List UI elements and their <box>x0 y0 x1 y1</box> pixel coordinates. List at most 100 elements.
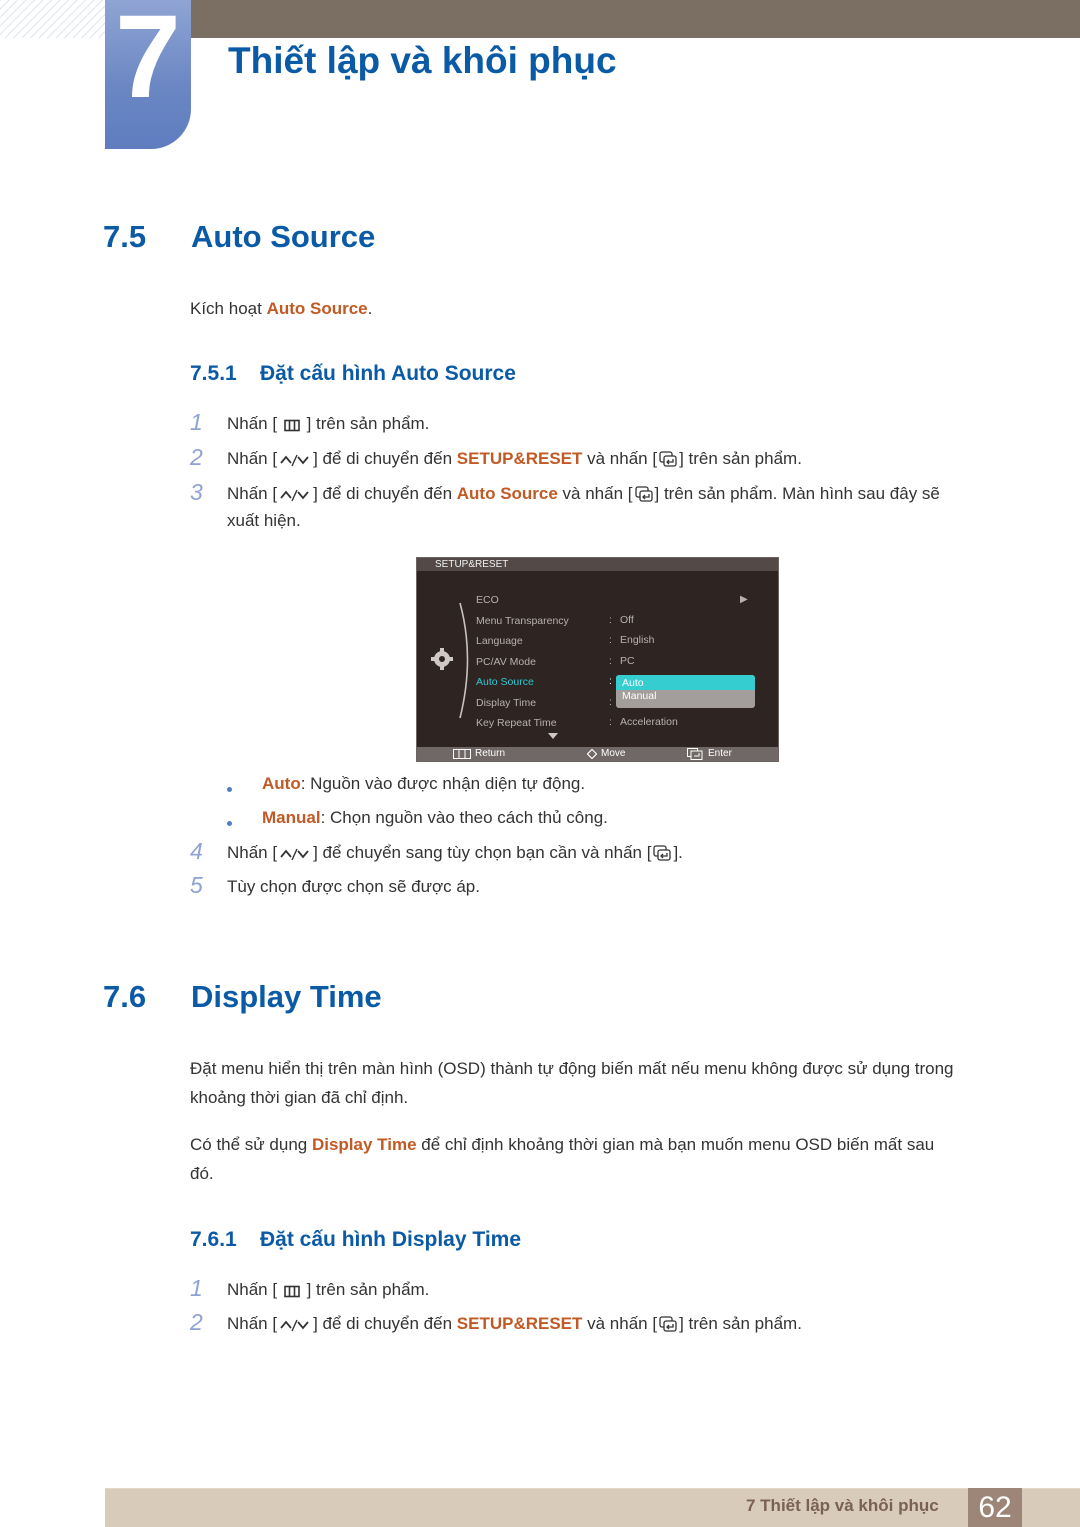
osd-value: Off <box>620 614 634 626</box>
bullet-label: Auto <box>262 774 301 793</box>
osd-separator: : <box>609 696 612 708</box>
step-text-part: Nhấn [ <box>227 449 278 468</box>
up-down-icon <box>280 1319 309 1332</box>
osd-item-display-time[interactable]: Display Time <box>476 697 536 709</box>
header-hatch-decoration <box>0 0 105 38</box>
osd-menu-screenshot: SETUP&RESET ECO ▶ Menu Transparency : Of… <box>416 557 779 762</box>
step-text-part: ] để di chuyển đến <box>313 1314 457 1333</box>
step-text-part: ] trên sản phẩm. <box>679 449 802 468</box>
step-number: 2 <box>190 444 203 470</box>
bullet-item-manual: Manual: Chọn nguồn vào theo cách thủ côn… <box>262 804 608 832</box>
step-text: Nhấn [ ] trên sản phẩm. <box>227 1276 429 1304</box>
step-text-part: và nhấn [ <box>557 484 633 503</box>
step-text-part: Nhấn [ <box>227 414 278 433</box>
intro-suffix: . <box>367 299 373 318</box>
step-highlight: SETUP&RESET <box>456 449 583 468</box>
osd-value: PC <box>620 655 635 667</box>
osd-return-label: Return <box>475 748 506 759</box>
gear-icon <box>431 648 453 670</box>
osd-enter-label: Enter <box>708 748 732 759</box>
step-text-part: ] trên sản phẩm. <box>679 1314 802 1333</box>
step-text-part: ] để di chuyển đến <box>313 484 457 503</box>
section-number: 7.5 <box>103 219 147 254</box>
step-text-part: và nhấn [ <box>582 449 658 468</box>
paragraph-line: khoảng thời gian đã chỉ định. <box>190 1088 409 1107</box>
step-text: Nhấn [ ] để di chuyển đến Auto Source và … <box>227 480 940 508</box>
step-text-part: ] để chuyển sang tùy chọn bạn cần và nhấ… <box>313 843 652 862</box>
osd-item-key-repeat-time[interactable]: Key Repeat Time <box>476 717 557 729</box>
enter-icon <box>687 748 703 760</box>
chapter-number: 7 <box>115 0 181 123</box>
bullet-text: : Chọn nguồn vào theo cách thủ công. <box>320 808 608 827</box>
step-text-continuation: xuất hiện. <box>227 511 301 530</box>
subsection-title: Đặt cấu hình Display Time <box>260 1228 522 1251</box>
move-diamond-icon <box>587 749 597 759</box>
bullet-item-auto: Auto: Nguồn vào được nhận diện tự động. <box>262 770 585 798</box>
osd-item-pc-av-mode[interactable]: PC/AV Mode <box>476 656 536 668</box>
step-highlight: SETUP&RESET <box>456 1314 583 1333</box>
step-text-part: Nhấn [ <box>227 1280 278 1299</box>
bullet-icon <box>227 821 232 826</box>
step-text: Nhấn [ ] để di chuyển đến SETUP&RESET và … <box>227 445 802 473</box>
step-text-part: Nhấn [ <box>227 484 278 503</box>
step-text-part: ]. <box>673 843 683 862</box>
paragraph-line: Có thể sử dụng Display Time để chỉ định … <box>190 1131 934 1159</box>
section-title: Display Time <box>191 979 382 1014</box>
bullet-text: : Nguồn vào được nhận diện tự động. <box>300 774 586 793</box>
step-text-part: Nhấn [ <box>227 1314 278 1333</box>
bullet-label: Manual <box>262 808 321 827</box>
step-text-part: ] trên sản phẩm. <box>306 1280 430 1299</box>
step-number: 4 <box>190 838 203 864</box>
osd-footer: Return Move Enter <box>417 747 778 761</box>
step-text: Nhấn [ ] trên sản phẩm. <box>227 410 429 438</box>
subsection-title: Đặt cấu hình Auto Source <box>260 362 516 385</box>
osd-separator: : <box>609 634 612 646</box>
step-text-part: và nhấn [ <box>582 1314 658 1333</box>
step-text-part: ] trên sản phẩm. <box>306 414 430 433</box>
page-number: 62 <box>968 1488 1022 1527</box>
step-number: 1 <box>190 409 203 435</box>
osd-item-language[interactable]: Language <box>476 635 523 647</box>
step-text-part: ] trên sản phẩm. Màn hình sau đây sẽ <box>654 484 940 503</box>
section-title: Auto Source <box>191 219 376 254</box>
paragraph-text: Có thể sử dụng <box>190 1135 312 1154</box>
osd-item-eco[interactable]: ECO <box>476 594 499 606</box>
menu-icon <box>284 1285 300 1298</box>
section-intro: Kích hoạt Auto Source. <box>190 295 372 323</box>
paragraph-line: đó. <box>190 1164 214 1183</box>
subsection-number: 7.6.1 <box>190 1228 237 1251</box>
step-text-part: ] để di chuyển đến <box>313 449 457 468</box>
paragraph-text: để chỉ định khoảng thời gian mà bạn muốn… <box>416 1135 935 1154</box>
auto-source-dropdown[interactable]: Auto Manual <box>616 675 755 708</box>
osd-item-menu-transparency[interactable]: Menu Transparency <box>476 615 569 627</box>
step-number: 1 <box>190 1275 203 1301</box>
menu-icon <box>284 419 300 432</box>
osd-separator: : <box>609 716 612 728</box>
dropdown-option-auto[interactable]: Auto <box>616 675 755 690</box>
subsection-number: 7.5.1 <box>190 362 237 385</box>
scroll-down-arrow-icon <box>548 733 558 739</box>
osd-value: Acceleration <box>620 716 678 728</box>
osd-arc <box>459 602 469 719</box>
subsection-heading-7-5-1: 7.5.1 Đặt cấu hình Auto Source <box>190 362 516 386</box>
osd-separator: : <box>609 675 612 687</box>
step-highlight: Auto Source <box>456 484 558 503</box>
paragraph-line: Đặt menu hiển thị trên màn hình (OSD) th… <box>190 1059 954 1078</box>
osd-value: English <box>620 634 655 646</box>
step-number: 3 <box>190 479 203 505</box>
header-band <box>190 0 1080 38</box>
dropdown-option-manual[interactable]: Manual <box>622 690 656 702</box>
return-menu-icon <box>453 749 471 759</box>
enter-icon <box>659 451 677 467</box>
footer-chapter-label: 7 Thiết lập và khôi phục <box>746 1496 939 1515</box>
osd-separator: : <box>609 614 612 626</box>
bullet-icon <box>227 787 232 792</box>
osd-decoration <box>431 602 558 739</box>
enter-icon <box>653 845 672 861</box>
subsection-heading-7-6-1: 7.6.1 Đặt cấu hình Display Time <box>190 1228 521 1252</box>
enter-icon <box>634 486 653 502</box>
step-text-part: Nhấn [ <box>227 843 278 862</box>
osd-item-auto-source[interactable]: Auto Source <box>476 676 534 688</box>
step-number: 2 <box>190 1309 203 1335</box>
step-text: Nhấn [ ] để chuyển sang tùy chọn bạn cần … <box>227 839 683 867</box>
